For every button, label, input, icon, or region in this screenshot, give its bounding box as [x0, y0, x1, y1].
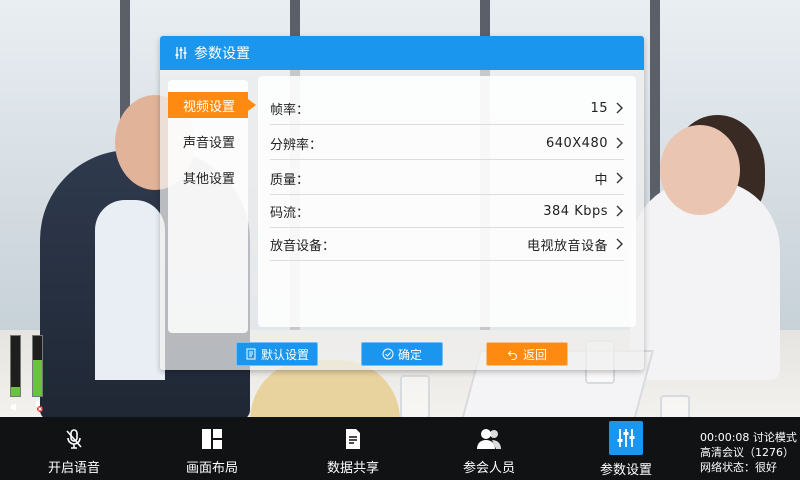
sliders-icon [609, 421, 643, 455]
toolbar-item-data-share[interactable]: 数据共享 [317, 417, 389, 480]
undo-icon [507, 350, 517, 360]
button-label: 确定 [397, 347, 422, 362]
toolbar-item-settings[interactable]: 参数设置 [590, 417, 662, 480]
mic-level-fill [11, 387, 20, 396]
mic-level-bar [10, 335, 21, 397]
sliders-icon [174, 46, 188, 60]
speaker-level-bar [32, 335, 43, 397]
users-icon [475, 425, 503, 453]
layout-icon [198, 425, 226, 453]
mic-muted-icon [60, 425, 88, 453]
toolbar-item-participants[interactable]: 参会人员 [453, 417, 525, 480]
setting-row-resolution[interactable]: 分辨率： 640X480 [270, 127, 624, 160]
back-button[interactable]: 返回 [486, 342, 568, 366]
meeting-status: 00:00:08 讨论模式 高清会议（1276） 网络状态：很好 [700, 430, 797, 475]
setting-row-quality[interactable]: 质量： 中 [270, 162, 624, 195]
setting-value: 384 Kbps [543, 203, 608, 219]
button-label: 默认设置 [260, 347, 309, 362]
setting-row-audio-output[interactable]: 放音设备： 电视放音设备 [270, 228, 624, 261]
setting-label: 帧率： [270, 102, 310, 118]
setting-label: 分辨率： [270, 137, 323, 153]
button-label: 返回 [522, 347, 547, 362]
setting-row-bitrate[interactable]: 码流： 384 Kbps [270, 195, 624, 228]
toolbar-item-layout[interactable]: 画面布局 [176, 417, 248, 480]
status-time-mode: 00:00:08 讨论模式 [700, 431, 797, 444]
chevron-right-icon [616, 238, 623, 250]
mic-muted-small-icon [32, 400, 44, 415]
toolbar-label: 开启语音 [47, 461, 100, 476]
confirm-button[interactable]: 确定 [361, 342, 443, 366]
participant-left-shirt [95, 200, 165, 380]
status-network: 网络状态：很好 [700, 461, 777, 474]
status-meeting-id: 高清会议（1276） [700, 446, 794, 459]
toolbar-label: 数据共享 [326, 461, 379, 476]
speaker-icon [10, 402, 20, 415]
sidebar-item-other[interactable]: 其他设置 [168, 164, 248, 190]
setting-value: 电视放音设备 [526, 238, 608, 254]
toolbar-label: 画面布局 [185, 461, 238, 476]
sidebar-item-audio[interactable]: 声音设置 [168, 128, 248, 154]
setting-label: 放音设备： [270, 238, 336, 254]
chevron-right-icon [616, 137, 623, 149]
chevron-right-icon [616, 172, 623, 184]
toolbar-item-voice[interactable]: 开启语音 [38, 417, 110, 480]
settings-sidebar: 视频设置 声音设置 其他设置 [168, 80, 256, 333]
sidebar-item-label: 声音设置 [183, 135, 236, 151]
setting-value: 640X480 [545, 135, 608, 151]
setting-row-framerate[interactable]: 帧率： 15 [270, 92, 624, 125]
default-settings-button[interactable]: 默认设置 [236, 342, 318, 366]
dialog-title: 参数设置 [194, 46, 250, 62]
volume-meter [8, 330, 48, 415]
setting-value: 15 [590, 100, 608, 116]
chevron-right-icon [616, 205, 623, 217]
reset-icon [246, 348, 256, 360]
sidebar-item-label: 视频设置 [183, 99, 236, 115]
dialog-titlebar: 参数设置 [160, 36, 644, 70]
glass [400, 375, 430, 419]
sidebar-item-video[interactable]: 视频设置 [168, 92, 256, 118]
speaker-level-fill [33, 360, 42, 396]
document-share-icon [339, 425, 367, 453]
participant-right-head [660, 125, 740, 215]
chevron-right-icon [616, 102, 623, 114]
setting-value: 中 [594, 172, 608, 188]
settings-dialog: 参数设置 视频设置 声音设置 其他设置 帧率： 15 分辨率： 640X480 … [160, 36, 644, 370]
setting-label: 码流： [270, 205, 310, 221]
toolbar-label: 参会人员 [462, 461, 515, 476]
check-circle-icon [382, 348, 394, 360]
toolbar-label: 参数设置 [599, 463, 652, 478]
settings-content: 帧率： 15 分辨率： 640X480 质量： 中 码流： 384 Kbps 放… [258, 76, 636, 327]
sidebar-item-label: 其他设置 [183, 171, 236, 187]
setting-label: 质量： [270, 172, 310, 188]
bottom-toolbar: 开启语音 画面布局 数据共享 参会人员 参数设置 [0, 417, 800, 480]
